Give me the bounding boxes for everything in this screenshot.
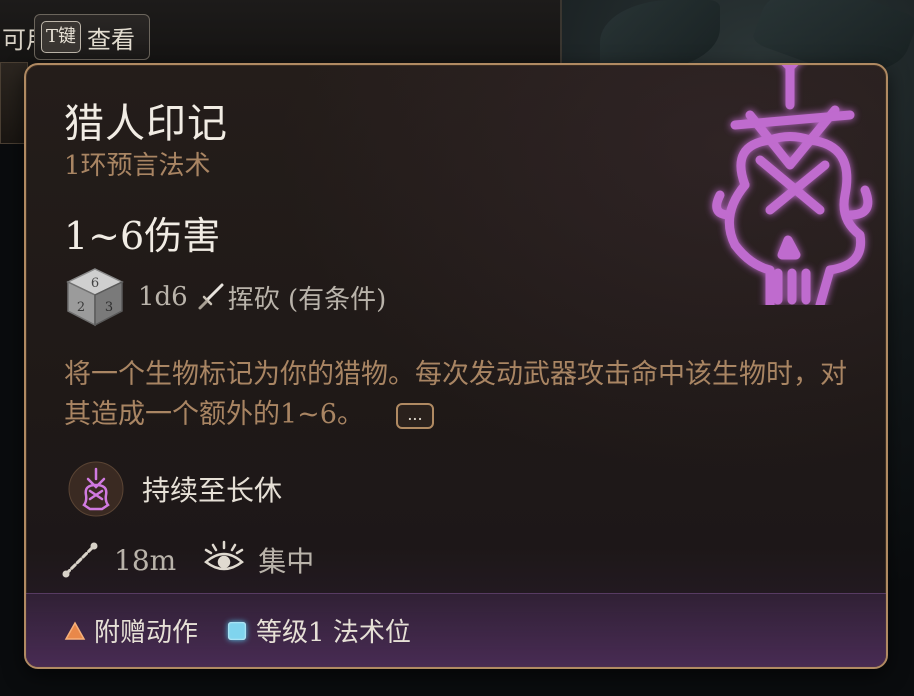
range-concentration-row: 18m 集中 — [60, 535, 314, 585]
range-line-icon — [62, 542, 98, 578]
t-key-badge: T键 — [41, 21, 82, 53]
spell-title: 猎人印记 — [64, 101, 228, 147]
hunters-mark-skull-icon — [68, 461, 124, 517]
background-foliage — [600, 0, 720, 70]
damage-type: 挥砍 (有条件) — [227, 284, 387, 315]
inspect-hint-box[interactable]: T键 查看 — [32, 12, 151, 62]
orange-triangle-icon — [64, 620, 86, 640]
d6-dice-icon: 6 2 3 — [66, 268, 124, 327]
svg-text:3: 3 — [105, 300, 113, 315]
spell-damage: 1~6伤害 — [64, 214, 221, 258]
concentration-label: 集中 — [258, 545, 315, 578]
blue-square-icon — [228, 621, 247, 640]
spell-slot-cost: 等级1 法术位 — [256, 618, 411, 648]
glowing-skull-icon — [712, 65, 873, 305]
duration-text: 持续至长休 — [142, 474, 283, 507]
action-type: 附赠动作 — [94, 618, 199, 648]
spell-tooltip: 猎人印记 1环预言法术 1~6伤害 6 2 3 1d6 挥砍 (有条件) 将一个… — [24, 63, 888, 669]
expand-description-button[interactable]: ... — [395, 402, 434, 429]
dice-value: 1d6 — [138, 282, 188, 312]
spell-level-school: 1环预言法术 — [64, 151, 211, 181]
range-value: 18m — [114, 543, 177, 577]
damage-dice-row: 6 2 3 1d6 挥砍 (有条件) — [64, 265, 386, 329]
concentration-eye-icon — [204, 540, 245, 571]
game-scene: 可用 T键 查看 猎人印记 1环预言法术 1~6伤害 6 2 3 1d6 挥砍 … — [0, 0, 914, 696]
svg-text:6: 6 — [91, 276, 99, 291]
inspect-label: 查看 — [87, 25, 136, 54]
spell-cost-footer: 附赠动作 等级1 法术位 — [26, 593, 886, 667]
description-text: 将一个生物标记为你的猎物。每次发动武器攻击命中该生物时，对其造成一个额外的1~6… — [64, 359, 847, 430]
inspect-key-prompt[interactable]: T键 查看 — [34, 14, 151, 60]
spell-description: 将一个生物标记为你的猎物。每次发动武器攻击命中该生物时，对其造成一个额外的1~6… — [64, 355, 854, 435]
duration-row: 持续至长休 — [68, 459, 282, 519]
svg-text:2: 2 — [77, 300, 85, 315]
sword-icon — [198, 283, 224, 310]
